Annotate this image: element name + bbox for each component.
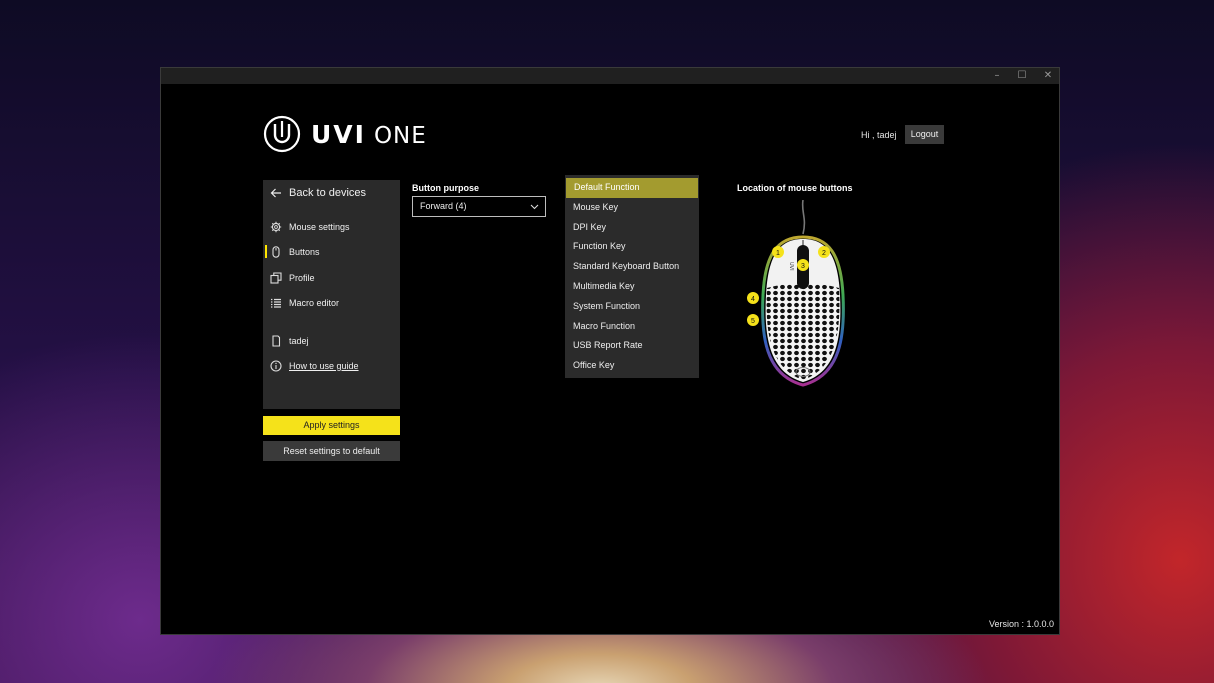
svg-text:4: 4: [751, 296, 755, 303]
menu-item-usb-report-rate[interactable]: USB Report Rate: [565, 336, 699, 356]
marker-2[interactable]: 2: [818, 246, 830, 258]
selected-value: Forward (4): [420, 201, 467, 211]
user-greeting: Hi , tadej: [861, 130, 897, 140]
mouse-diagram: UVI 1 2 3 4 5: [747, 200, 845, 387]
list-icon: [270, 297, 282, 309]
sidebar-item-mouse-settings[interactable]: Mouse settings: [263, 220, 350, 233]
back-label: Back to devices: [289, 187, 367, 199]
info-icon: [270, 359, 282, 372]
logo-suffix: ONE: [373, 122, 427, 149]
svg-text:2: 2: [822, 250, 826, 257]
sidebar-item-user[interactable]: tadej: [263, 334, 309, 347]
menu-item-standard-keyboard-button[interactable]: Standard Keyboard Button: [565, 257, 699, 277]
uvi-one-logo: UVI ONE: [263, 115, 427, 153]
button-purpose-select[interactable]: Forward (4): [412, 196, 546, 217]
menu-item-multimedia-key[interactable]: Multimedia Key: [565, 277, 699, 297]
menu-item-macro-function[interactable]: Macro Function: [565, 317, 699, 337]
sidebar-item-label: Mouse settings: [289, 221, 350, 232]
sidebar-item-label: Profile: [289, 272, 315, 283]
menu-item-mouse-key[interactable]: Mouse Key: [565, 198, 699, 218]
mouse-cable: [801, 200, 806, 235]
arrow-left-icon: [270, 187, 282, 199]
svg-text:UVI: UVI: [788, 262, 794, 271]
uvi-logo-icon: [263, 115, 301, 153]
minimize-button[interactable]: –: [987, 69, 1007, 83]
device-icon: [270, 334, 282, 347]
sidebar-item-macro-editor[interactable]: Macro editor: [263, 296, 339, 309]
reset-settings-button[interactable]: Reset settings to default: [263, 441, 400, 461]
button-purpose-label: Button purpose: [412, 183, 479, 193]
sidebar: Back to devices Mouse settings Buttons P…: [263, 180, 400, 409]
close-button[interactable]: ✕: [1038, 69, 1058, 83]
logout-button[interactable]: Logout: [905, 125, 944, 144]
copy-icon: [270, 271, 282, 284]
logo-wordmark: UVI ONE: [311, 120, 427, 149]
sidebar-item-label: Macro editor: [289, 297, 340, 308]
user-label: tadej: [289, 335, 309, 346]
mouse-honeycomb: [766, 283, 840, 380]
sidebar-item-buttons[interactable]: Buttons: [263, 245, 320, 258]
guide-label: How to use guide: [289, 360, 359, 371]
chevron-down-icon: [530, 204, 539, 210]
sidebar-item-label: Buttons: [289, 246, 320, 257]
sidebar-item-profile[interactable]: Profile: [263, 271, 315, 284]
how-to-use-guide-link[interactable]: How to use guide: [263, 359, 359, 372]
app-window: – ☐ ✕ UVI ONE Hi , tadej Logout Back to …: [160, 67, 1060, 635]
mouse-location-label: Location of mouse buttons: [737, 183, 853, 193]
menu-item-system-function[interactable]: System Function: [565, 297, 699, 317]
mouse-icon: [270, 245, 282, 258]
marker-1[interactable]: 1: [772, 246, 784, 258]
menu-item-default-function[interactable]: Default Function: [566, 178, 698, 198]
svg-text:1: 1: [776, 250, 780, 257]
title-bar[interactable]: – ☐ ✕: [161, 68, 1059, 84]
marker-4[interactable]: 4: [747, 292, 759, 304]
svg-text:5: 5: [751, 318, 755, 325]
version-label: Version : 1.0.0.0: [989, 619, 1055, 629]
marker-3[interactable]: 3: [797, 259, 809, 271]
menu-item-function-key[interactable]: Function Key: [565, 237, 699, 257]
gear-icon: [270, 221, 282, 233]
marker-5[interactable]: 5: [747, 314, 759, 326]
back-to-devices-link[interactable]: Back to devices: [263, 186, 366, 200]
function-dropdown-menu: Default Function Mouse Key DPI Key Funct…: [565, 175, 699, 378]
logo-brand: UVI: [311, 119, 366, 149]
svg-text:3: 3: [801, 263, 805, 270]
maximize-button[interactable]: ☐: [1012, 69, 1032, 83]
menu-item-dpi-key[interactable]: DPI Key: [565, 218, 699, 238]
menu-item-office-key[interactable]: Office Key: [565, 356, 699, 376]
apply-settings-button[interactable]: Apply settings: [263, 416, 400, 435]
